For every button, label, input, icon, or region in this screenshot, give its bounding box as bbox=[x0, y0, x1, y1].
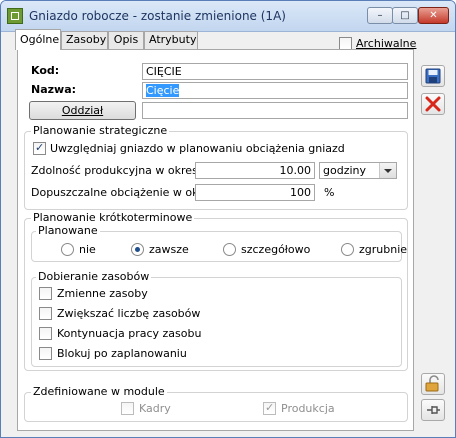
app-icon bbox=[7, 8, 23, 24]
tab-opis[interactable]: Opis bbox=[108, 31, 144, 49]
tab-ogolne[interactable]: Ogólne bbox=[15, 29, 61, 50]
maximize-button[interactable]: □ bbox=[392, 7, 418, 24]
dialog-window: Gniazdo robocze - zostanie zmienione (1A… bbox=[0, 0, 456, 438]
produkcja-label: Produkcja bbox=[281, 402, 335, 415]
radio-szczegolowo[interactable] bbox=[223, 243, 236, 256]
strategic-planning-group: Planowanie strategiczne Uwzględniaj gnia… bbox=[24, 124, 408, 210]
zmienne-zasoby-checkbox[interactable] bbox=[39, 287, 52, 300]
oddzial-input[interactable] bbox=[142, 102, 408, 119]
planowane-title: Planowane bbox=[36, 224, 100, 237]
zdolnosc-unit-select[interactable]: godziny bbox=[319, 162, 397, 179]
oddzial-button[interactable]: Oddział bbox=[29, 101, 136, 120]
chevron-down-icon[interactable] bbox=[379, 163, 396, 178]
kod-label: Kod: bbox=[31, 64, 60, 77]
zdolnosc-input[interactable]: 10.00 bbox=[195, 162, 315, 179]
dobieranie-group: Dobieranie zasobów Zmienne zasoby Zwięks… bbox=[31, 270, 402, 367]
nazwa-input[interactable]: Cięcie bbox=[142, 82, 408, 99]
general-tab-panel: Kod: CIĘCIE Nazwa: Cięcie Oddział Planow… bbox=[17, 49, 414, 431]
dobieranie-title: Dobieranie zasobów bbox=[36, 270, 152, 283]
radio-zawsze[interactable] bbox=[131, 243, 144, 256]
pin-button[interactable] bbox=[421, 399, 445, 421]
minimize-button[interactable]: – bbox=[367, 7, 393, 24]
radio-zgrubnie-label: zgrubnie bbox=[359, 243, 408, 256]
radio-zgrubnie[interactable] bbox=[341, 243, 354, 256]
uwzgledniaj-checkbox[interactable] bbox=[33, 141, 46, 155]
short-term-planning-title: Planowanie krótkoterminowe bbox=[31, 211, 195, 224]
planowane-group: Planowane nie zawsze szczegółowo zgrubni… bbox=[31, 224, 407, 262]
floppy-disk-icon bbox=[425, 68, 441, 84]
percent-unit: % bbox=[324, 186, 335, 199]
title-bar[interactable]: Gniazdo robocze - zostanie zmienione (1A… bbox=[1, 1, 455, 32]
delete-button[interactable] bbox=[421, 93, 445, 115]
zdolnosc-label: Zdolność produkcyjna w okresie: bbox=[31, 164, 212, 177]
save-button[interactable] bbox=[421, 65, 445, 87]
kadry-checkbox bbox=[121, 402, 134, 415]
kod-input[interactable]: CIĘCIE bbox=[142, 63, 408, 80]
short-term-planning-group: Planowanie krótkoterminowe Planowane nie… bbox=[24, 211, 408, 371]
strategic-planning-title: Planowanie strategiczne bbox=[31, 124, 170, 137]
modul-group: Zdefiniowane w module Kadry Produkcja bbox=[24, 385, 408, 422]
blokuj-label: Blokuj po zaplanowaniu bbox=[57, 347, 187, 360]
nazwa-label: Nazwa: bbox=[31, 83, 77, 96]
unlock-button[interactable] bbox=[421, 373, 445, 395]
blokuj-checkbox[interactable] bbox=[39, 347, 52, 360]
kontynuacja-checkbox[interactable] bbox=[39, 327, 52, 340]
pin-icon bbox=[427, 406, 440, 414]
tab-zasoby[interactable]: Zasoby bbox=[61, 31, 108, 49]
produkcja-checkbox bbox=[263, 401, 276, 415]
tab-atrybuty[interactable]: Atrybuty bbox=[144, 31, 198, 49]
uwzgledniaj-label: Uwzględniaj gniazdo w planowaniu obciąże… bbox=[50, 142, 345, 155]
nazwa-value: Cięcie bbox=[146, 84, 180, 97]
radio-szczegolowo-label: szczegółowo bbox=[241, 243, 311, 256]
dopuszczalne-input[interactable]: 100 bbox=[195, 184, 315, 201]
padlock-icon bbox=[425, 375, 439, 392]
oddzial-button-label: Oddział bbox=[61, 104, 104, 117]
zdolnosc-unit-value: godziny bbox=[323, 164, 367, 177]
kadry-label: Kadry bbox=[139, 402, 171, 415]
radio-nie-label: nie bbox=[79, 243, 96, 256]
zwiekszac-label: Zwiększać liczbę zasobów bbox=[57, 307, 201, 320]
window-title: Gniazdo robocze - zostanie zmienione (1A… bbox=[29, 9, 286, 23]
delete-x-icon bbox=[425, 96, 441, 112]
zwiekszac-checkbox[interactable] bbox=[39, 307, 52, 320]
zmienne-zasoby-label: Zmienne zasoby bbox=[57, 287, 148, 300]
radio-nie[interactable] bbox=[61, 243, 74, 256]
modul-title: Zdefiniowane w module bbox=[31, 385, 167, 398]
kontynuacja-label: Kontynuacja pracy zasobu bbox=[57, 327, 202, 340]
radio-zawsze-label: zawsze bbox=[149, 243, 189, 256]
close-button[interactable]: ✕ bbox=[418, 7, 449, 24]
